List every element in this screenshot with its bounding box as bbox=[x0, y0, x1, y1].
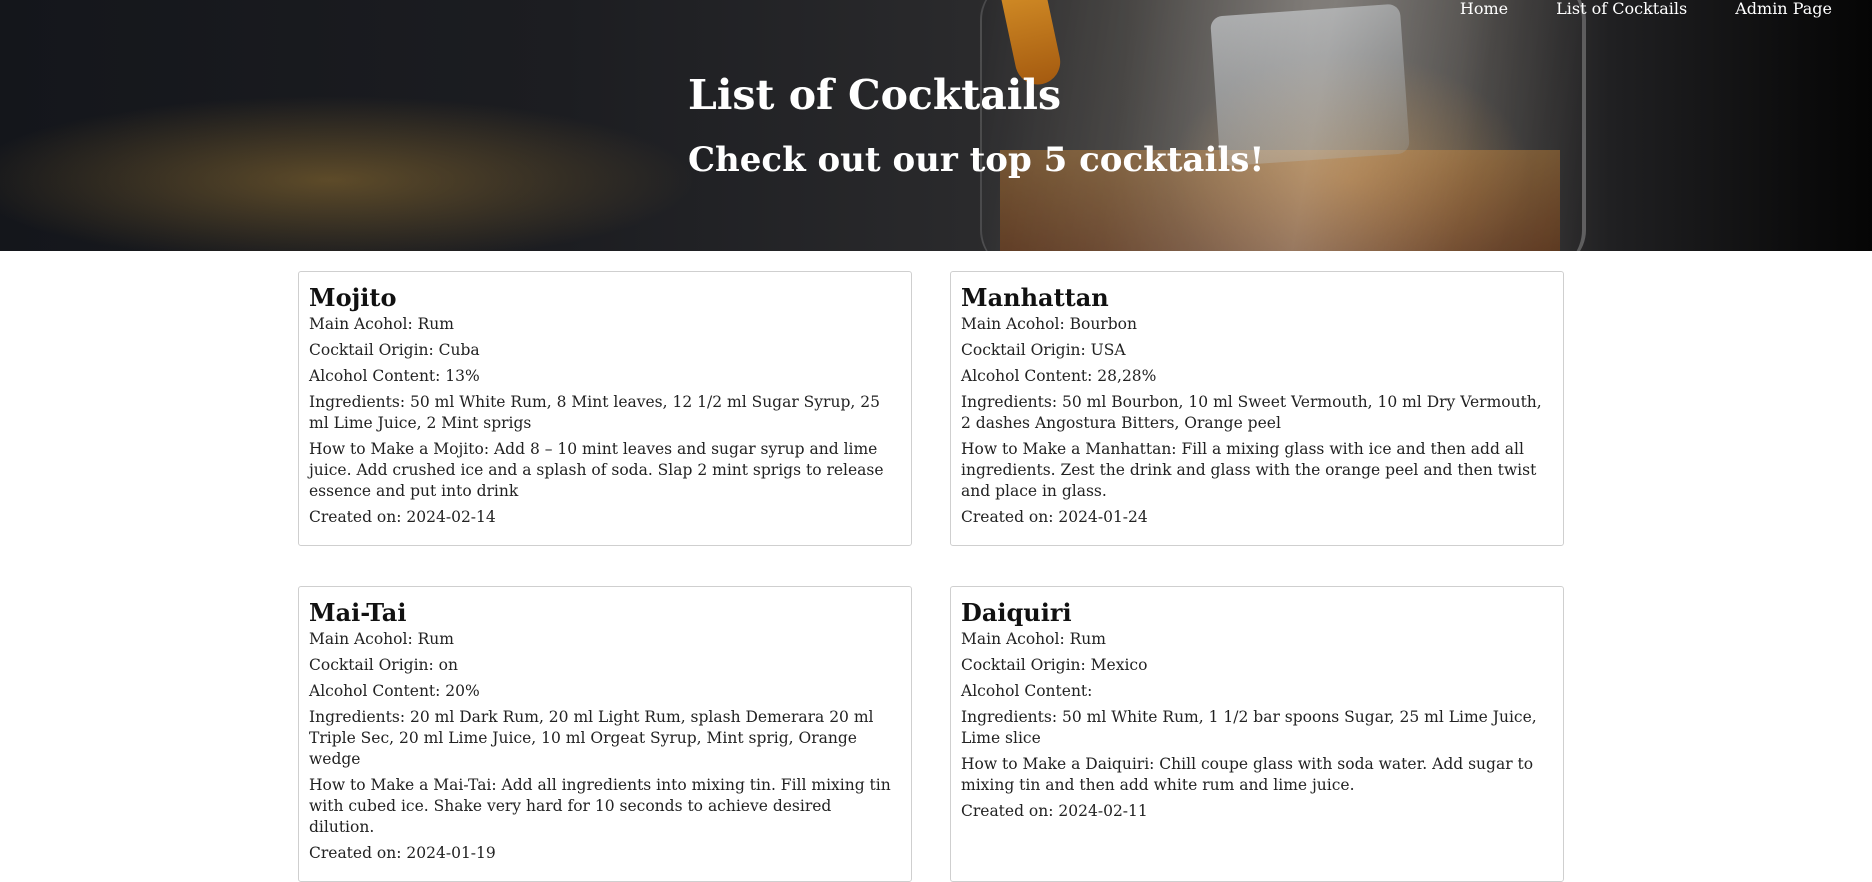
cocktail-ingredients: Ingredients: 50 ml Bourbon, 10 ml Sweet … bbox=[961, 393, 1542, 432]
cocktail-main-alcohol: Main Acohol: Rum bbox=[309, 315, 454, 333]
cocktail-card: Mojito Main Acohol: Rum Cocktail Origin:… bbox=[298, 271, 912, 546]
cocktail-origin: Cocktail Origin: Mexico bbox=[961, 656, 1148, 674]
cocktail-name: Mojito bbox=[309, 283, 397, 312]
cocktail-created: Created on: 2024-01-24 bbox=[961, 508, 1148, 526]
cocktail-name: Mai-Tai bbox=[309, 598, 407, 627]
cocktail-main-alcohol: Main Acohol: Rum bbox=[961, 630, 1106, 648]
top-nav: Home List of Cocktails Admin Page bbox=[1460, 0, 1832, 18]
nav-admin-link[interactable]: Admin Page bbox=[1735, 0, 1832, 18]
cocktail-origin: Cocktail Origin: on bbox=[309, 656, 458, 674]
cocktail-created: Created on: 2024-01-19 bbox=[309, 844, 496, 862]
cocktail-alcohol-content: Alcohol Content: 13% bbox=[309, 367, 480, 385]
cocktail-created: Created on: 2024-02-14 bbox=[309, 508, 496, 526]
cocktail-card: Mai-Tai Main Acohol: Rum Cocktail Origin… bbox=[298, 586, 912, 882]
hero-banner: Home List of Cocktails Admin Page List o… bbox=[0, 0, 1872, 251]
nav-list-link[interactable]: List of Cocktails bbox=[1556, 0, 1687, 18]
cocktail-name: Daiquiri bbox=[961, 598, 1072, 627]
cocktail-how-to: How to Make a Mojito: Add 8 – 10 mint le… bbox=[309, 440, 884, 500]
page-title: List of Cocktails bbox=[688, 71, 1062, 119]
cocktail-created: Created on: 2024-02-11 bbox=[961, 802, 1148, 820]
cocktail-main-alcohol: Main Acohol: Rum bbox=[309, 630, 454, 648]
nav-home-link[interactable]: Home bbox=[1460, 0, 1508, 18]
cocktail-ingredients: Ingredients: 50 ml White Rum, 1 1/2 bar … bbox=[961, 708, 1537, 747]
cocktail-name: Manhattan bbox=[961, 283, 1109, 312]
cocktail-how-to: How to Make a Daiquiri: Chill coupe glas… bbox=[961, 755, 1534, 794]
cocktail-origin: Cocktail Origin: USA bbox=[961, 341, 1126, 359]
cocktail-card: Manhattan Main Acohol: Bourbon Cocktail … bbox=[950, 271, 1564, 546]
cocktail-card: Daiquiri Main Acohol: Rum Cocktail Origi… bbox=[950, 586, 1564, 882]
cocktail-main-alcohol: Main Acohol: Bourbon bbox=[961, 315, 1137, 333]
cocktail-alcohol-content: Alcohol Content: bbox=[961, 682, 1093, 700]
cocktail-ingredients: Ingredients: 50 ml White Rum, 8 Mint lea… bbox=[309, 393, 880, 432]
cocktail-alcohol-content: Alcohol Content: 28,28% bbox=[961, 367, 1157, 385]
cocktail-alcohol-content: Alcohol Content: 20% bbox=[309, 682, 480, 700]
cocktail-how-to: How to Make a Manhattan: Fill a mixing g… bbox=[961, 440, 1537, 500]
page-subtitle: Check out our top 5 cocktails! bbox=[688, 140, 1265, 180]
cocktail-grid: Mojito Main Acohol: Rum Cocktail Origin:… bbox=[298, 271, 1564, 882]
cocktail-origin: Cocktail Origin: Cuba bbox=[309, 341, 480, 359]
cocktail-how-to: How to Make a Mai-Tai: Add all ingredien… bbox=[309, 776, 891, 836]
cocktail-ingredients: Ingredients: 20 ml Dark Rum, 20 ml Light… bbox=[309, 708, 874, 768]
